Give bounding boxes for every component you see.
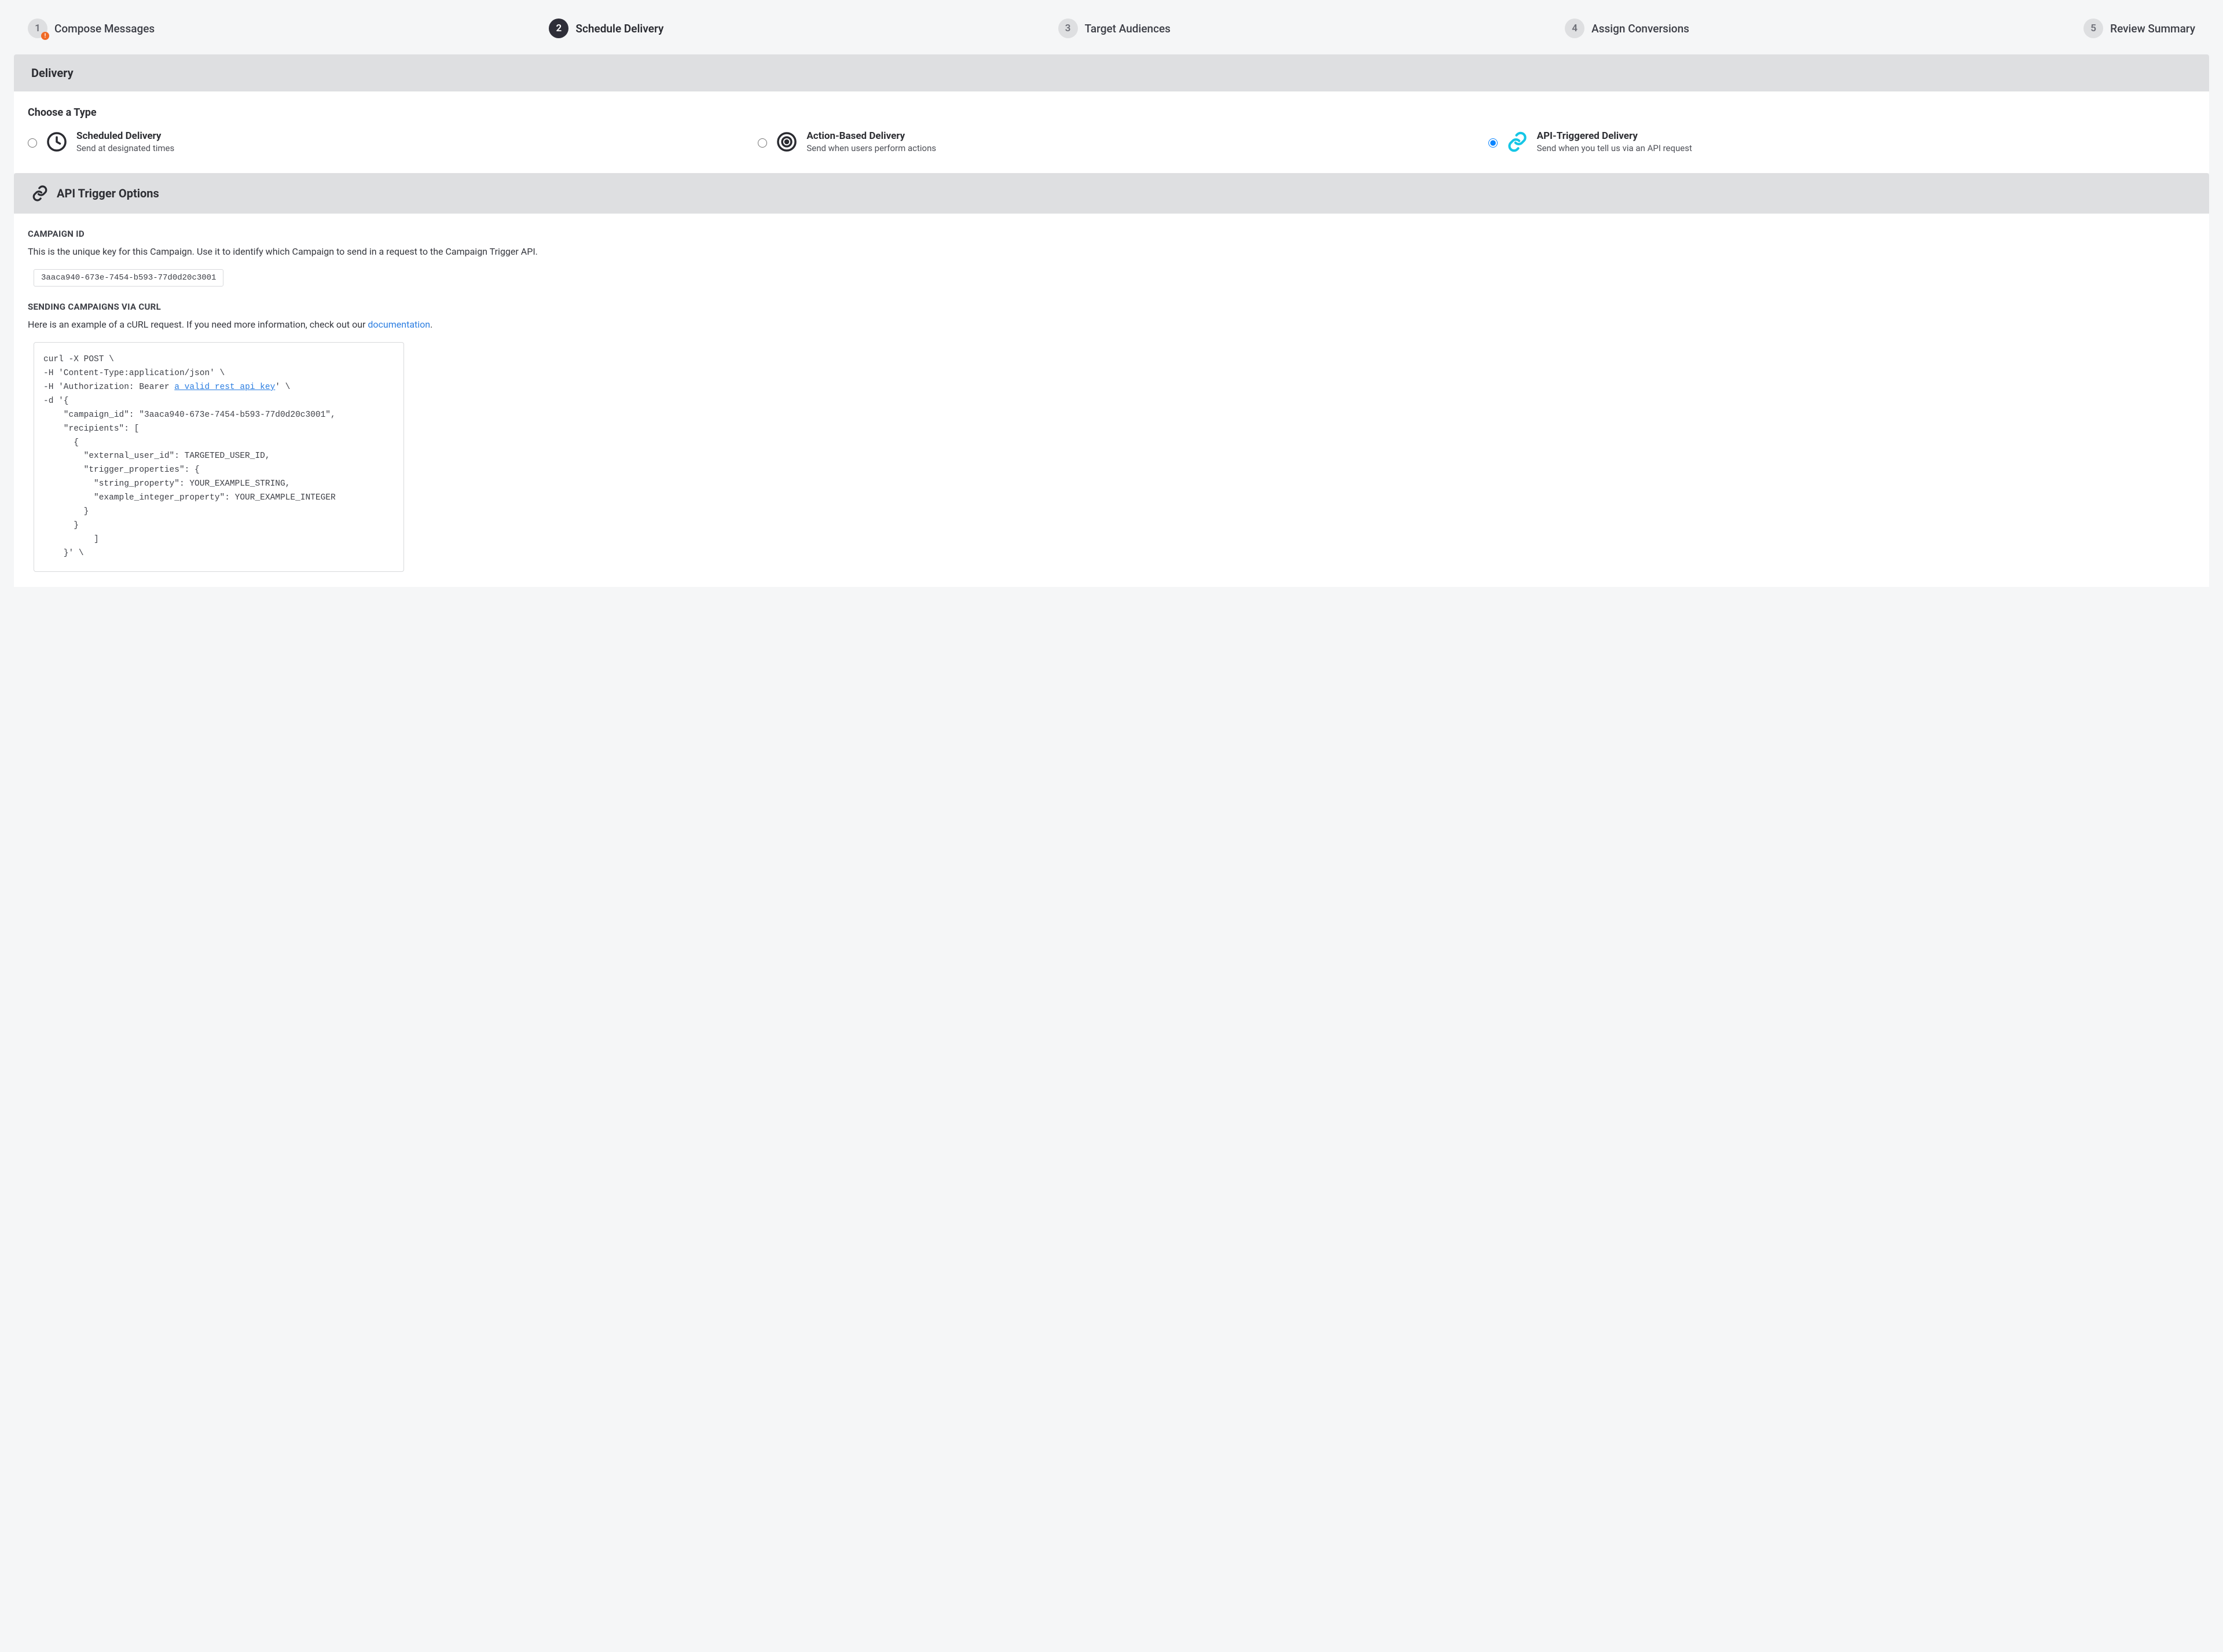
step-label: Schedule Delivery: [575, 22, 663, 35]
delivery-title: Delivery: [31, 66, 74, 80]
delivery-radio-api-triggered[interactable]: [1488, 138, 1498, 148]
option-title: Action-Based Delivery: [806, 130, 936, 142]
option-title: API-Triggered Delivery: [1537, 130, 1692, 142]
step-target-audiences[interactable]: 3 Target Audiences: [1058, 19, 1171, 38]
campaign-id-label: CAMPAIGN ID: [28, 229, 2195, 239]
campaign-id-description: This is the unique key for this Campaign…: [28, 245, 2195, 259]
curl-section-label: SENDING CAMPAIGNS VIA CURL: [28, 302, 2195, 312]
code-line: -d '{: [43, 397, 69, 406]
step-label: Review Summary: [2110, 22, 2195, 35]
step-number-1: 1 !: [28, 19, 47, 38]
link-icon: [1506, 130, 1529, 153]
code-line: "external_user_id": TARGETED_USER_ID,: [43, 451, 270, 461]
code-line: }' \: [43, 549, 84, 558]
delivery-radio-action-based[interactable]: [758, 138, 767, 148]
choose-type-label: Choose a Type: [28, 107, 2195, 119]
step-number-value: 4: [1572, 23, 1578, 34]
api-trigger-section-header: API Trigger Options: [14, 173, 2209, 214]
code-line: "example_integer_property": YOUR_EXAMPLE…: [43, 493, 336, 502]
api-trigger-section-body: CAMPAIGN ID This is the unique key for t…: [14, 214, 2209, 587]
code-line: ' \: [275, 383, 290, 392]
step-compose-messages[interactable]: 1 ! Compose Messages: [28, 19, 155, 38]
curl-description: Here is an example of a cURL request. If…: [28, 318, 2195, 332]
delivery-radio-scheduled[interactable]: [28, 138, 37, 148]
step-number-value: 3: [1065, 23, 1071, 34]
option-desc: Send at designated times: [76, 143, 174, 153]
clock-icon: [45, 130, 68, 153]
option-desc: Send when users perform actions: [806, 143, 936, 153]
code-line: {: [43, 438, 79, 447]
step-number-value: 2: [556, 23, 562, 34]
step-assign-conversions[interactable]: 4 Assign Conversions: [1565, 19, 1689, 38]
curl-desc-text: Here is an example of a cURL request. If…: [28, 319, 368, 330]
curl-code-block[interactable]: curl -X POST \ -H 'Content-Type:applicat…: [34, 342, 404, 572]
option-title: Scheduled Delivery: [76, 130, 174, 142]
target-icon: [775, 130, 798, 153]
step-number-4: 4: [1565, 19, 1584, 38]
step-number-value: 5: [2090, 23, 2096, 34]
code-line: "string_property": YOUR_EXAMPLE_STRING,: [43, 479, 290, 489]
code-line: }: [43, 521, 79, 530]
delivery-section-body: Choose a Type Scheduled Delivery Send at…: [14, 91, 2209, 173]
api-trigger-title: API Trigger Options: [57, 186, 159, 200]
delivery-option-api-triggered[interactable]: API-Triggered Delivery Send when you tel…: [1488, 130, 2195, 153]
code-line: -H 'Authorization: Bearer: [43, 383, 174, 392]
step-label: Target Audiences: [1085, 22, 1171, 35]
code-line: ]: [43, 535, 99, 544]
code-line: "trigger_properties": {: [43, 465, 200, 475]
wizard-stepper: 1 ! Compose Messages 2 Schedule Delivery…: [14, 14, 2209, 54]
step-label: Compose Messages: [54, 22, 155, 35]
documentation-link[interactable]: documentation: [368, 319, 430, 330]
delivery-option-scheduled[interactable]: Scheduled Delivery Send at designated ti…: [28, 130, 735, 153]
step-number-5: 5: [2083, 19, 2103, 38]
step-label: Assign Conversions: [1591, 22, 1689, 35]
step-number-3: 3: [1058, 19, 1078, 38]
step-schedule-delivery[interactable]: 2 Schedule Delivery: [549, 19, 663, 38]
delivery-type-options: Scheduled Delivery Send at designated ti…: [28, 130, 2195, 153]
warning-icon: !: [41, 32, 49, 40]
delivery-section-header: Delivery: [14, 54, 2209, 91]
code-line: "campaign_id": "3aaca940-673e-7454-b593-…: [43, 410, 336, 420]
link-icon: [31, 185, 49, 202]
campaign-id-value[interactable]: 3aaca940-673e-7454-b593-77d0d20c3001: [34, 269, 223, 287]
code-line: curl -X POST \: [43, 355, 114, 364]
code-line: -H 'Content-Type:application/json' \: [43, 369, 225, 378]
step-number-value: 1: [35, 23, 41, 34]
option-desc: Send when you tell us via an API request: [1537, 143, 1692, 153]
delivery-option-action-based[interactable]: Action-Based Delivery Send when users pe…: [758, 130, 1465, 153]
step-number-2: 2: [549, 19, 568, 38]
step-review-summary[interactable]: 5 Review Summary: [2083, 19, 2195, 38]
code-line: "recipients": [: [43, 424, 139, 434]
curl-desc-suffix: .: [430, 319, 432, 330]
code-line: }: [43, 507, 89, 516]
api-key-link[interactable]: a valid rest api key: [174, 383, 275, 392]
